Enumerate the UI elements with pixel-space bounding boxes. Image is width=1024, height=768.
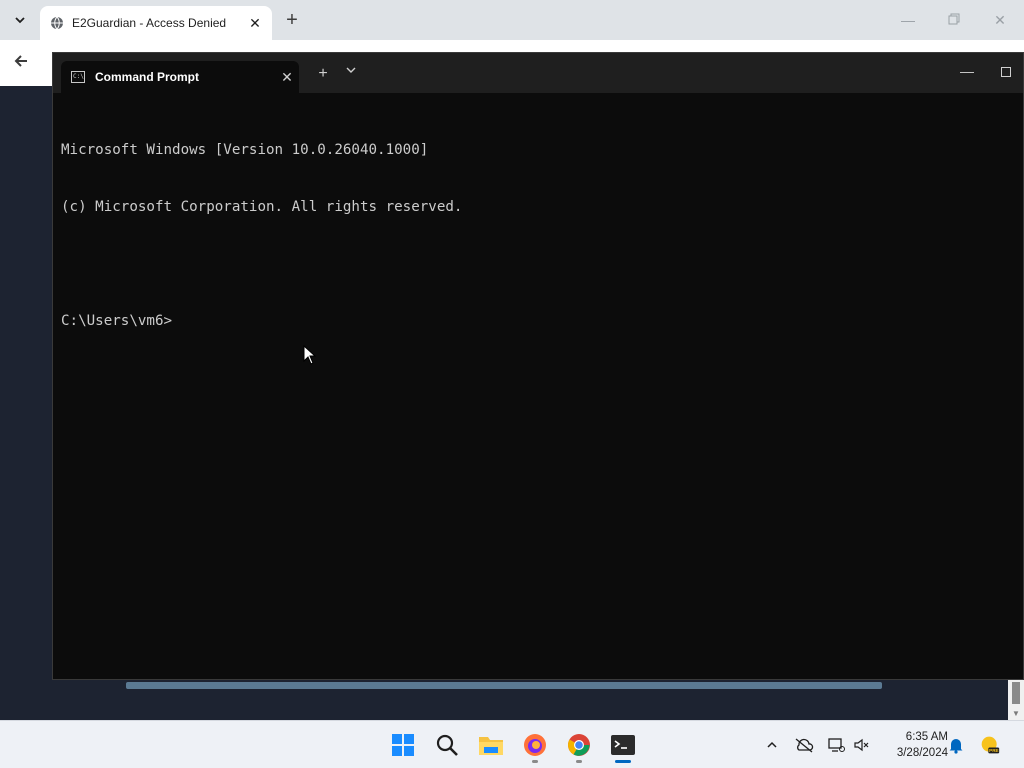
search-icon <box>436 734 458 756</box>
firefox-button[interactable] <box>520 729 550 763</box>
search-button[interactable] <box>432 729 462 761</box>
terminal-maximize-icon[interactable] <box>1001 67 1011 77</box>
back-button[interactable] <box>12 52 34 74</box>
terminal-line: Microsoft Windows [Version 10.0.26040.10… <box>61 142 429 158</box>
mouse-cursor-icon <box>303 345 317 365</box>
volume-muted-icon[interactable] <box>852 735 872 755</box>
chrome-button[interactable] <box>564 729 594 763</box>
svg-text:PRE: PRE <box>989 748 998 753</box>
clock-time: 6:35 AM <box>905 731 948 743</box>
terminal-titlebar[interactable]: C:\ Command Prompt ✕ + — <box>53 53 1023 93</box>
active-indicator <box>615 760 631 763</box>
terminal-line: (c) Microsoft Corporation. All rights re… <box>61 199 463 215</box>
clock-date: 3/28/2024 <box>896 747 948 759</box>
network-icon[interactable] <box>826 735 846 755</box>
onedrive-offline-icon[interactable] <box>794 735 814 755</box>
browser-tab-title: E2Guardian - Access Denied <box>72 16 227 30</box>
file-explorer-button[interactable] <box>476 729 506 761</box>
browser-tab-active[interactable]: E2Guardian - Access Denied ✕ <box>40 6 272 40</box>
show-hidden-icons-button[interactable] <box>762 735 782 755</box>
taskbar: 6:35 AM 3/28/2024 PRE <box>0 720 1024 768</box>
horizontal-scrollbar[interactable] <box>126 682 882 689</box>
copilot-preview-icon[interactable]: PRE <box>980 735 1000 755</box>
terminal-tab[interactable]: C:\ Command Prompt ✕ <box>61 61 299 93</box>
browser-minimize-icon[interactable]: — <box>898 10 918 30</box>
terminal-dropdown-button[interactable] <box>343 65 359 78</box>
terminal-taskbar-button[interactable] <box>608 729 638 763</box>
command-prompt-icon: C:\ <box>71 71 85 83</box>
scrollbar-thumb[interactable] <box>1012 682 1020 704</box>
running-indicator <box>532 760 538 763</box>
chrome-icon <box>568 734 590 756</box>
terminal-new-tab-button[interactable]: + <box>315 65 331 83</box>
terminal-tab-title: Command Prompt <box>95 70 200 84</box>
terminal-window[interactable]: C:\ Command Prompt ✕ + — Microsoft Windo… <box>52 52 1024 680</box>
chevron-down-icon <box>346 67 356 73</box>
vertical-scrollbar[interactable]: ▼ <box>1008 676 1024 720</box>
globe-icon <box>51 16 63 30</box>
chevron-up-icon <box>767 741 777 748</box>
scroll-down-arrow-icon[interactable]: ▼ <box>1012 709 1020 718</box>
back-arrow-icon <box>14 55 27 67</box>
browser-restore-icon[interactable] <box>944 10 964 30</box>
terminal-output[interactable]: Microsoft Windows [Version 10.0.26040.10… <box>61 103 1015 369</box>
browser-tab-strip: E2Guardian - Access Denied ✕ + — ✕ <box>0 0 1024 40</box>
terminal-icon <box>611 735 635 755</box>
browser-close-icon[interactable]: ✕ <box>990 10 1010 30</box>
notification-bell-icon[interactable] <box>946 735 966 755</box>
running-indicator <box>576 760 582 763</box>
terminal-tab-close-icon[interactable]: ✕ <box>275 69 299 86</box>
clock[interactable]: 6:35 AM 3/28/2024 <box>878 729 948 761</box>
terminal-prompt[interactable]: C:\Users\vm6> <box>61 312 1015 331</box>
terminal-minimize-icon[interactable]: — <box>957 63 977 79</box>
firefox-icon <box>524 734 546 756</box>
folder-icon <box>479 737 503 755</box>
close-tab-icon[interactable]: ✕ <box>246 15 264 32</box>
start-button[interactable] <box>388 729 418 761</box>
tab-search-button[interactable] <box>8 8 32 32</box>
windows-logo-icon <box>392 734 414 756</box>
chevron-down-icon <box>15 17 25 24</box>
new-tab-button[interactable]: + <box>282 9 302 31</box>
